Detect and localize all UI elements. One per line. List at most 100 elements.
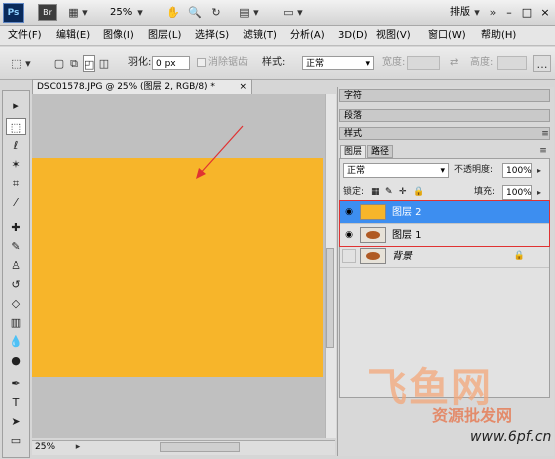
horizontal-scroll-thumb[interactable] bbox=[160, 442, 240, 452]
paths-tab[interactable]: 路径 bbox=[367, 145, 393, 158]
history-brush-tool-icon[interactable]: ↺ bbox=[6, 276, 26, 293]
refine-edge-button[interactable]: … bbox=[533, 55, 551, 72]
arrange-documents-icon[interactable]: ▤ ▾ bbox=[236, 4, 262, 21]
clone-stamp-tool-icon[interactable]: ♙ bbox=[6, 257, 26, 274]
menu-select[interactable]: 选择(S) bbox=[195, 26, 229, 45]
magic-wand-tool-icon[interactable]: ✶ bbox=[6, 156, 26, 173]
workspace-dropdown-icon[interactable]: ▾ bbox=[473, 4, 481, 21]
document-title: DSC01578.JPG @ 25% (图层 2, RGB/8) * bbox=[37, 82, 215, 92]
more-workspaces-icon[interactable]: » bbox=[489, 4, 497, 21]
rect-marquee-tool-icon[interactable]: ⬚ bbox=[6, 118, 26, 135]
brush-tool-icon[interactable]: ✎ bbox=[6, 238, 26, 255]
zoom-level[interactable]: 25% bbox=[110, 4, 132, 21]
style-select[interactable]: 正常 ▾ bbox=[302, 56, 374, 70]
opacity-slider-icon[interactable]: ▸ bbox=[534, 163, 544, 178]
height-label: 高度: bbox=[470, 57, 494, 68]
menu-view[interactable]: 视图(V) bbox=[376, 26, 411, 45]
workspace-switcher[interactable]: 排版 bbox=[450, 4, 470, 21]
annotation-arrow bbox=[196, 125, 244, 179]
status-info-icon[interactable]: ▸ bbox=[72, 441, 84, 453]
move-tool-icon[interactable]: ▸ bbox=[6, 97, 26, 114]
paragraph-panel-tab[interactable]: 段落 bbox=[339, 109, 550, 122]
opacity-input[interactable]: 100% bbox=[502, 163, 532, 178]
watermark-url: www.6pf.cn bbox=[470, 429, 552, 445]
eyedropper-tool-icon[interactable]: ⁄ bbox=[6, 194, 26, 211]
screen-mode-icon[interactable]: ▭ ▾ bbox=[280, 4, 306, 21]
close-button[interactable]: × bbox=[536, 4, 554, 21]
menu-bar: 文件(F) 编辑(E) 图像(I) 图层(L) 选择(S) 滤镜(T) 分析(A… bbox=[0, 26, 555, 46]
character-panel-tab[interactable]: 字符 bbox=[339, 89, 550, 102]
visibility-toggle[interactable] bbox=[342, 249, 356, 263]
intersect-selection-icon[interactable]: ◫ bbox=[98, 55, 110, 72]
rotate-view-icon[interactable]: ↻ bbox=[208, 4, 224, 21]
status-zoom[interactable]: 25% bbox=[35, 441, 55, 453]
gradient-tool-icon[interactable]: ▥ bbox=[6, 314, 26, 331]
menu-help[interactable]: 帮助(H) bbox=[481, 26, 516, 45]
lasso-tool-icon[interactable]: ℓ bbox=[6, 137, 26, 154]
character-panel-label: 字符 bbox=[344, 91, 363, 101]
width-input[interactable] bbox=[407, 56, 440, 70]
feather-input[interactable]: 0 px bbox=[152, 56, 190, 70]
blend-mode-select[interactable]: 正常 ▾ bbox=[343, 163, 449, 178]
marquee-preset-icon[interactable]: ⬚ ▾ bbox=[6, 55, 36, 72]
height-input[interactable] bbox=[497, 56, 527, 70]
lock-all-icon[interactable]: 🔒 bbox=[413, 185, 424, 199]
menu-window[interactable]: 窗口(W) bbox=[428, 26, 466, 45]
styles-panel-menu-icon[interactable]: ≡ bbox=[540, 128, 550, 140]
add-selection-icon[interactable]: ⧉ bbox=[68, 55, 80, 72]
watermark-logo: 飞鱼网 bbox=[367, 365, 493, 411]
document-tab[interactable]: DSC01578.JPG @ 25% (图层 2, RGB/8) * × bbox=[32, 79, 252, 94]
chevron-down-icon: ▾ bbox=[365, 59, 370, 69]
menu-analysis[interactable]: 分析(A) bbox=[290, 26, 325, 45]
path-selection-tool-icon[interactable]: ➤ bbox=[6, 413, 26, 430]
blur-tool-icon[interactable]: 💧 bbox=[6, 333, 26, 350]
antialias-label: 消除锯齿 bbox=[208, 57, 248, 68]
toolbox: ▸ ⬚ ℓ ✶ ⌗ ⁄ ✚ ✎ ♙ ↺ ◇ ▥ 💧 ● ✒ T ➤ ▭ bbox=[2, 90, 30, 458]
feather-label: 羽化: bbox=[128, 57, 152, 68]
layer-row[interactable]: 背景 🔒 bbox=[340, 245, 549, 268]
options-bar: ⬚ ▾ ▢ ⧉ ◰ ◫ 羽化: 0 px 消除锯齿 样式: 正常 ▾ 宽度: ⇄ … bbox=[0, 47, 555, 80]
photoshop-logo: Ps bbox=[3, 3, 24, 23]
type-tool-icon[interactable]: T bbox=[6, 394, 26, 411]
lock-pixels-icon[interactable]: ✎ bbox=[385, 185, 393, 199]
hand-tool-icon[interactable]: ✋ bbox=[165, 4, 181, 21]
style-value: 正常 bbox=[306, 59, 325, 69]
healing-brush-tool-icon[interactable]: ✚ bbox=[6, 219, 26, 236]
opacity-label: 不透明度: bbox=[454, 165, 494, 175]
bridge-button[interactable]: Br bbox=[38, 4, 57, 21]
window-controls: – □ × bbox=[500, 4, 554, 22]
menu-filter[interactable]: 滤镜(T) bbox=[243, 26, 277, 45]
menu-edit[interactable]: 编辑(E) bbox=[56, 26, 90, 45]
antialias-checkbox[interactable] bbox=[197, 58, 206, 67]
style-label: 样式: bbox=[262, 57, 286, 68]
subtract-selection-icon[interactable]: ◰ bbox=[83, 55, 95, 72]
vertical-scroll-thumb[interactable] bbox=[326, 248, 334, 348]
styles-panel-tab[interactable]: 样式 bbox=[339, 127, 550, 140]
minimize-button[interactable]: – bbox=[500, 4, 518, 21]
shape-tool-icon[interactable]: ▭ bbox=[6, 432, 26, 449]
maximize-button[interactable]: □ bbox=[518, 4, 536, 21]
layers-tab[interactable]: 图层 bbox=[340, 145, 366, 158]
layers-tab-label: 图层 bbox=[343, 147, 362, 157]
menu-image[interactable]: 图像(I) bbox=[103, 26, 134, 45]
swap-icon[interactable]: ⇄ bbox=[450, 56, 458, 70]
fill-slider-icon[interactable]: ▸ bbox=[534, 185, 544, 200]
zoom-tool-icon[interactable]: 🔍 bbox=[187, 4, 203, 21]
canvas-image[interactable] bbox=[32, 158, 323, 377]
dodge-tool-icon[interactable]: ● bbox=[6, 352, 26, 369]
lock-transparency-icon[interactable]: ▦ bbox=[371, 185, 380, 199]
menu-layer[interactable]: 图层(L) bbox=[148, 26, 181, 45]
lock-position-icon[interactable]: ✛ bbox=[399, 185, 407, 199]
close-document-icon[interactable]: × bbox=[239, 80, 247, 95]
view-extras-icon[interactable]: ▦ ▾ bbox=[64, 4, 92, 21]
zoom-dropdown-icon[interactable]: ▾ bbox=[136, 4, 144, 21]
menu-3d[interactable]: 3D(D) bbox=[338, 26, 368, 45]
layers-panel-menu-icon[interactable]: ≡ bbox=[538, 146, 548, 157]
menu-file[interactable]: 文件(F) bbox=[8, 26, 42, 45]
blend-mode-value: 正常 bbox=[347, 166, 366, 176]
fill-input[interactable]: 100% bbox=[502, 185, 532, 200]
eraser-tool-icon[interactable]: ◇ bbox=[6, 295, 26, 312]
crop-tool-icon[interactable]: ⌗ bbox=[6, 175, 26, 192]
new-selection-icon[interactable]: ▢ bbox=[53, 55, 65, 72]
pen-tool-icon[interactable]: ✒ bbox=[6, 375, 26, 392]
